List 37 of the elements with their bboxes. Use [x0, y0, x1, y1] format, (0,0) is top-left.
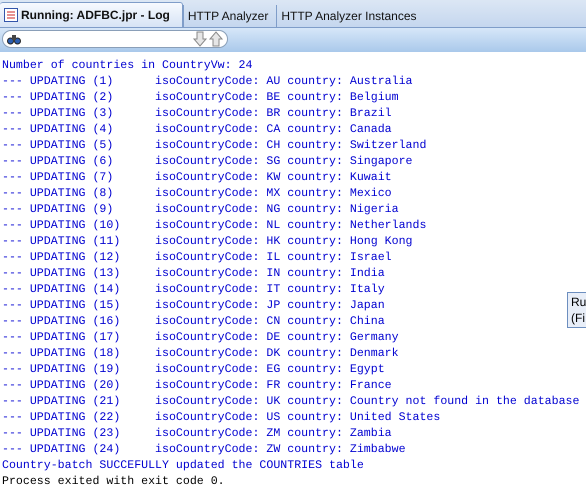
log-line: --- UPDATING (1) isoCountryCode: AU country: Australia — [2, 74, 412, 90]
log-line: --- UPDATING (17) isoCountryCode: DE country: Germany — [2, 330, 399, 346]
log-line: --- UPDATING (6) isoCountryCode: SG country: Singapore — [2, 154, 412, 170]
log-line: Number of countries in CountryVw: 24 — [2, 58, 252, 74]
log-line: --- UPDATING (14) isoCountryCode: IT country: Italy — [2, 282, 385, 298]
log-line: --- UPDATING (24) isoCountryCode: ZW country: Zimbabwe — [2, 442, 406, 458]
log-line: --- UPDATING (3) isoCountryCode: BR country: Brazil — [2, 106, 392, 122]
tooltip-text: (Fi — [571, 310, 585, 326]
log-line: --- UPDATING (23) isoCountryCode: ZM country: Zambia — [2, 426, 392, 442]
log-line: Country-batch SUCCEFULLY updated the COUNTRIES table — [2, 458, 364, 474]
log-line: --- UPDATING (7) isoCountryCode: KW country: Kuwait — [2, 170, 392, 186]
log-line: --- UPDATING (15) isoCountryCode: JP country: Japan — [2, 298, 385, 314]
log-line: --- UPDATING (10) isoCountryCode: NL country: Netherlands — [2, 218, 426, 234]
log-icon — [4, 8, 18, 22]
log-line: --- UPDATING (13) isoCountryCode: IN country: India — [2, 266, 385, 282]
log-line: --- UPDATING (21) isoCountryCode: UK country: Country not found in the database — [2, 394, 580, 410]
search-field[interactable] — [2, 30, 228, 48]
tooltip-text: Ru — [571, 294, 586, 310]
tab[interactable]: HTTP Analyzer — [182, 5, 276, 27]
up-arrow-icon[interactable] — [209, 31, 223, 47]
log-line: Process exited with exit code 0. — [2, 474, 225, 490]
log-line: --- UPDATING (9) isoCountryCode: NG country: Nigeria — [2, 202, 399, 218]
binoculars-icon — [7, 33, 21, 45]
log-line: --- UPDATING (11) isoCountryCode: HK country: Hong Kong — [2, 234, 412, 250]
tab[interactable]: HTTP Analyzer Instances — [276, 5, 425, 27]
tab[interactable]: Running: ADFBC.jpr - Log — [0, 2, 183, 27]
log-line: --- UPDATING (16) isoCountryCode: CN country: China — [2, 314, 385, 330]
log-line: --- UPDATING (19) isoCountryCode: EG country: Egypt — [2, 362, 385, 378]
log-line: --- UPDATING (8) isoCountryCode: MX country: Mexico — [2, 186, 392, 202]
log-line: --- UPDATING (22) isoCountryCode: US country: United States — [2, 410, 440, 426]
log-line: --- UPDATING (12) isoCountryCode: IL country: Israel — [2, 250, 392, 266]
down-arrow-icon[interactable] — [193, 31, 207, 47]
log-line: --- UPDATING (4) isoCountryCode: CA country: Canada — [2, 122, 392, 138]
log-line: --- UPDATING (5) isoCountryCode: CH country: Switzerland — [2, 138, 426, 154]
log-line: --- UPDATING (18) isoCountryCode: DK country: Denmark — [2, 346, 399, 362]
log-line: --- UPDATING (2) isoCountryCode: BE country: Belgium — [2, 90, 399, 106]
log-line: --- UPDATING (20) isoCountryCode: FR country: France — [2, 378, 392, 394]
